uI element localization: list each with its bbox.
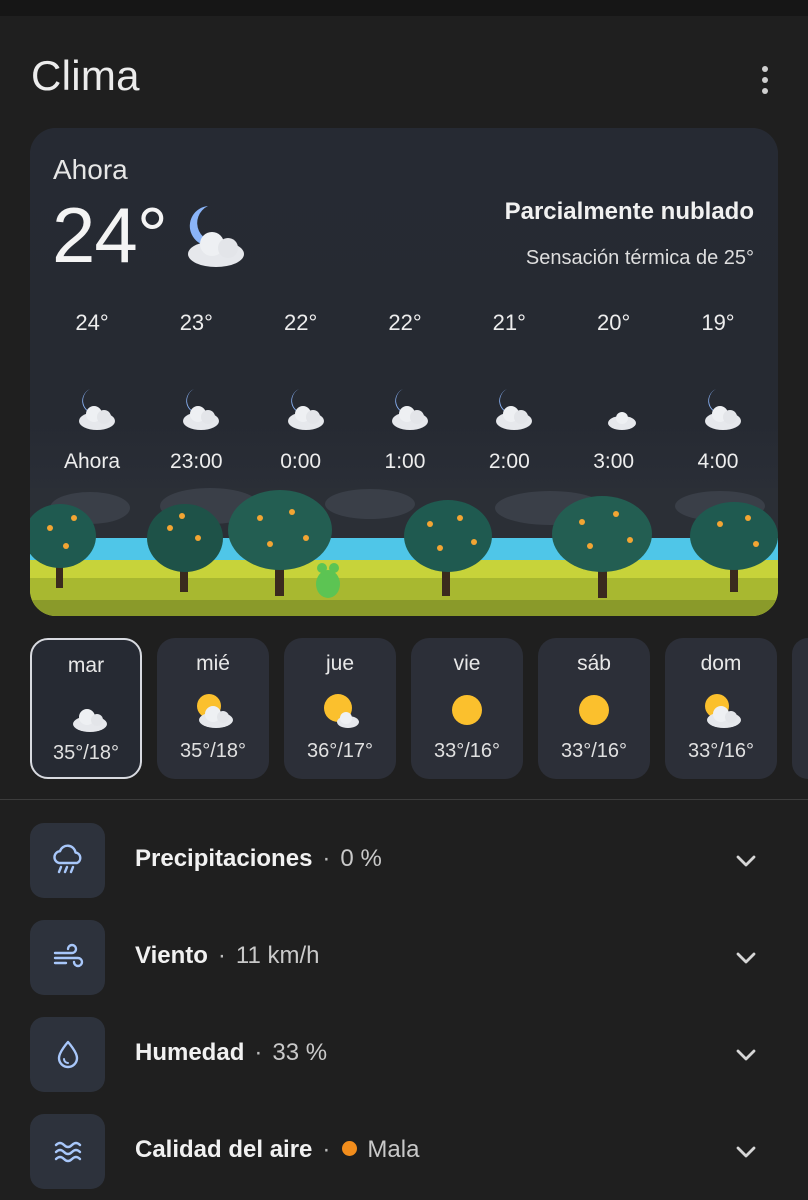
chevron-down-icon[interactable] bbox=[732, 1041, 760, 1069]
day-card-mie[interactable]: mié 35°/18° bbox=[157, 638, 269, 779]
precipitation-label: Precipitaciones · 0 % bbox=[135, 845, 382, 872]
moon-mostly-clear-icon bbox=[601, 389, 636, 430]
rain-icon-box bbox=[30, 823, 105, 898]
moon-partly-cloudy-icon bbox=[188, 206, 244, 267]
wind-value: 11 km/h bbox=[235, 942, 320, 969]
moon-partly-cloudy-icon bbox=[496, 389, 533, 430]
hour-time: 0:00 bbox=[280, 450, 322, 473]
hour-time: 3:00 bbox=[593, 450, 635, 473]
moon-partly-cloudy-icon bbox=[183, 389, 220, 430]
chevron-down-icon[interactable] bbox=[732, 944, 760, 972]
day-temperature-range: 33°/16° bbox=[560, 740, 628, 762]
sun-mostly-sunny-icon bbox=[324, 694, 359, 728]
day-card-mar[interactable]: mar 35°/18° bbox=[30, 638, 142, 779]
hour-temperature: 19° bbox=[701, 310, 735, 335]
moon-partly-cloudy-icon bbox=[79, 389, 115, 430]
day-name: sáb bbox=[577, 652, 611, 675]
drop-icon bbox=[57, 1040, 78, 1068]
section-divider bbox=[0, 799, 808, 800]
sun-partly-cloudy-icon bbox=[197, 694, 233, 728]
hour-time: 1:00 bbox=[384, 450, 426, 473]
day-card-sab[interactable]: sáb 33°/16° bbox=[538, 638, 650, 779]
drop-icon-box bbox=[30, 1017, 105, 1092]
now-label: Ahora bbox=[53, 154, 128, 185]
day-name: jue bbox=[325, 652, 355, 675]
hour-temperature: 22° bbox=[284, 310, 318, 335]
day-name: dom bbox=[700, 652, 742, 675]
humidity-value: 33 % bbox=[272, 1039, 328, 1066]
humidity-label: Humedad · 33 % bbox=[135, 1039, 328, 1066]
humidity-row[interactable]: Humedad · 33 % bbox=[30, 1017, 778, 1093]
hourly-item: 20° 3:00 bbox=[562, 308, 666, 478]
day-temperature-range: 35°/18° bbox=[179, 740, 247, 762]
status-bar-strip bbox=[0, 0, 808, 16]
app-title: Clima bbox=[31, 52, 140, 99]
day-name: mié bbox=[196, 652, 230, 675]
moon-partly-cloudy-icon bbox=[73, 693, 107, 732]
hour-temperature: 20° bbox=[597, 310, 631, 335]
hourly-forecast: 24° Ahora 23° 23:00 22° 0:00 22° 1:00 21… bbox=[40, 308, 770, 478]
precipitation-row[interactable]: Precipitaciones · 0 % bbox=[30, 823, 778, 899]
hour-time: 23:00 bbox=[170, 450, 223, 473]
wind-row[interactable]: Viento · 11 km/h bbox=[30, 920, 778, 996]
hourly-item: 24° Ahora bbox=[40, 308, 144, 478]
hourly-item: 23° 23:00 bbox=[144, 308, 248, 478]
wind-label: Viento · 11 km/h bbox=[135, 942, 320, 969]
more-options-button[interactable] bbox=[748, 60, 782, 100]
day-temperature-range: 36°/17° bbox=[306, 740, 374, 762]
sun-partly-cloudy-icon bbox=[705, 694, 741, 728]
day-name: vie bbox=[453, 652, 481, 675]
day-card-jue[interactable]: jue 36°/17° bbox=[284, 638, 396, 779]
chevron-down-icon[interactable] bbox=[732, 1138, 760, 1166]
orchard-illustration bbox=[30, 488, 778, 616]
day-name: mar bbox=[67, 654, 105, 677]
moon-partly-cloudy-icon bbox=[704, 389, 741, 430]
air-quality-row[interactable]: Calidad del aire · Mala bbox=[30, 1114, 778, 1190]
moon-partly-cloudy-icon bbox=[287, 389, 324, 430]
day-card-vie[interactable]: vie 33°/16° bbox=[411, 638, 523, 779]
sun-icon bbox=[452, 695, 482, 725]
hourly-item: 22° 1:00 bbox=[353, 308, 457, 478]
current-weather-card[interactable]: Ahora 24° Parcialmente nublado Sensación… bbox=[30, 128, 778, 616]
hour-time: 4:00 bbox=[697, 450, 739, 473]
air-quality-label: Calidad del aire · Mala bbox=[135, 1136, 420, 1163]
day-temperature-range: 33°/16° bbox=[433, 740, 501, 762]
more-options-icon bbox=[762, 66, 768, 72]
wind-icon bbox=[53, 943, 83, 967]
chevron-down-icon[interactable] bbox=[732, 847, 760, 875]
hour-temperature: 23° bbox=[179, 310, 213, 335]
current-temperature: 24° bbox=[52, 191, 168, 279]
air-quality-status-dot bbox=[342, 1141, 358, 1156]
air-quality-icon bbox=[54, 1141, 81, 1162]
rain-icon bbox=[52, 844, 81, 873]
feels-like: Sensación térmica de 25° bbox=[525, 247, 754, 269]
hour-time: Ahora bbox=[63, 450, 121, 473]
precipitation-value: 0 % bbox=[340, 845, 382, 872]
moon-partly-cloudy-icon bbox=[391, 389, 428, 430]
day-card-partial[interactable] bbox=[792, 638, 808, 779]
hour-temperature: 21° bbox=[492, 310, 526, 335]
day-temperature-range: 35°/18° bbox=[52, 742, 120, 764]
hourly-item: 19° 4:00 bbox=[666, 308, 770, 478]
hourly-item: 21° 2:00 bbox=[457, 308, 561, 478]
hourly-item: 22° 0:00 bbox=[249, 308, 353, 478]
day-card-dom[interactable]: dom 33°/16° bbox=[665, 638, 777, 779]
sun-icon bbox=[579, 695, 609, 725]
air-quality-value: Mala bbox=[367, 1136, 420, 1163]
weather-condition: Parcialmente nublado bbox=[504, 198, 754, 225]
hour-temperature: 22° bbox=[388, 310, 422, 335]
air-quality-icon-box bbox=[30, 1114, 105, 1189]
daily-forecast: mar 35°/18° mié 35°/18° jue 36°/17° vie … bbox=[30, 638, 808, 780]
day-temperature-range: 33°/16° bbox=[687, 740, 755, 762]
hour-temperature: 24° bbox=[75, 310, 109, 335]
wind-icon-box bbox=[30, 920, 105, 995]
hour-time: 2:00 bbox=[488, 450, 530, 473]
